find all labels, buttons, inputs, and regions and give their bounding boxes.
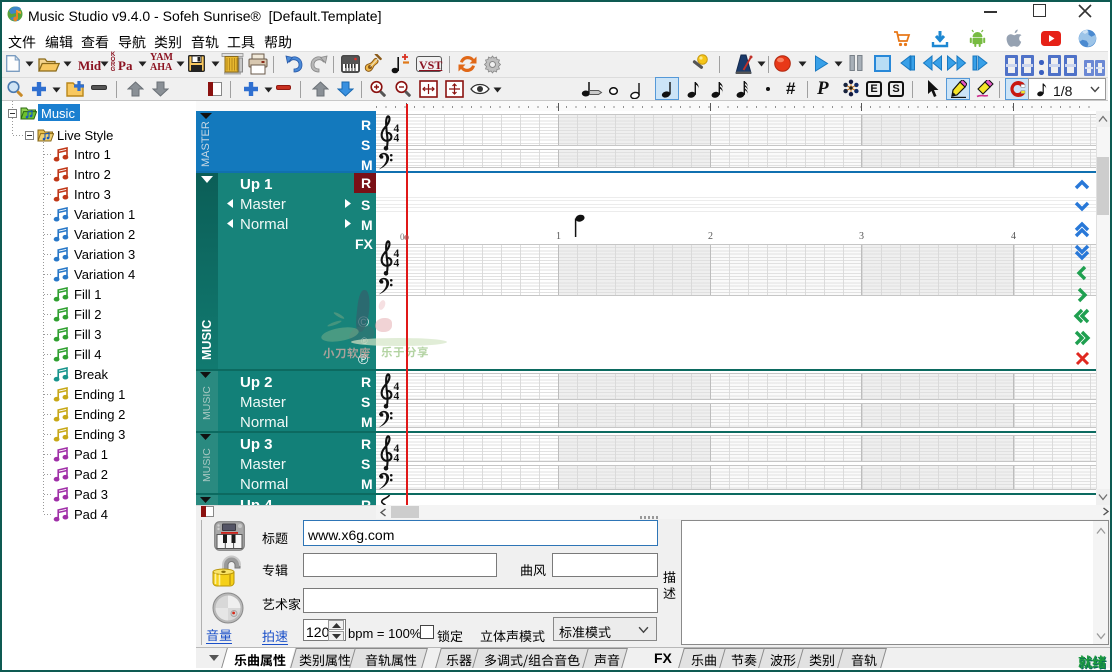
svg-text:4: 4	[394, 258, 400, 270]
svg-text:4: 4	[394, 391, 400, 403]
svg-text:4: 4	[394, 453, 400, 465]
svg-text:4: 4	[394, 133, 400, 145]
